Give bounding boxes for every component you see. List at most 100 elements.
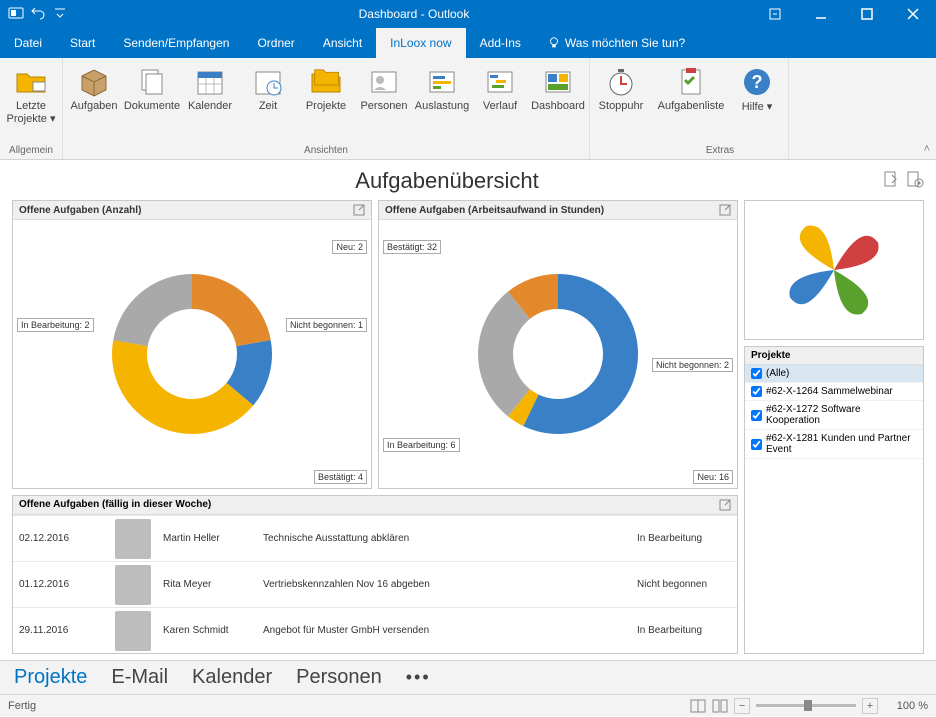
logo-panel — [744, 200, 924, 340]
expand-icon[interactable] — [719, 204, 731, 216]
task-date: 29.11.2016 — [13, 625, 103, 636]
donut-chart-stunden — [458, 254, 658, 454]
ribbon-aufgabenliste[interactable]: Aufgabenliste — [654, 62, 728, 143]
tell-me[interactable]: Was möchten Sie tun? — [535, 28, 697, 58]
ribbon-stoppuhr[interactable]: Stoppuhr — [592, 62, 650, 143]
table-row[interactable]: 01.12.2016 Rita Meyer Vertriebskennzahle… — [13, 561, 737, 607]
ribbon-group-label: Extras — [654, 143, 786, 159]
project-checkbox[interactable] — [751, 368, 762, 379]
ribbon-zeit[interactable]: Zeit — [239, 62, 297, 143]
menu-inloox-now[interactable]: InLoox now — [376, 28, 465, 58]
maximize-button[interactable] — [844, 0, 890, 28]
project-checkbox[interactable] — [751, 386, 762, 397]
ribbon-verlauf[interactable]: Verlauf — [471, 62, 529, 143]
tell-me-label: Was möchten Sie tun? — [565, 36, 685, 50]
ribbon-kalender[interactable]: Kalender — [181, 62, 239, 143]
table-row[interactable]: 29.11.2016 Karen Schmidt Angebot für Mus… — [13, 607, 737, 653]
project-checkbox[interactable] — [751, 439, 762, 450]
project-checkbox[interactable] — [751, 410, 762, 421]
help-icon: ? — [741, 66, 773, 98]
ribbon-aufgaben[interactable]: Aufgaben — [65, 62, 123, 143]
project-filter-row[interactable]: #62-X-1281 Kunden und Partner Event — [745, 430, 923, 459]
project-label: (Alle) — [766, 368, 789, 379]
view-reading-icon[interactable] — [712, 698, 728, 714]
tasks-title: Offene Aufgaben (fällig in dieser Woche) — [19, 499, 211, 511]
nav-projekte[interactable]: Projekte — [14, 666, 87, 689]
nav-kalender[interactable]: Kalender — [192, 666, 272, 689]
app-icon — [8, 5, 24, 24]
calendar-icon — [194, 66, 226, 98]
ribbon-label: Projekte — [306, 100, 346, 112]
zoom-in-button[interactable]: + — [862, 698, 878, 714]
callout-nicht: Nicht begonnen: 1 — [286, 318, 367, 332]
task-status: In Bearbeitung — [637, 533, 737, 544]
project-label: #62-X-1264 Sammelwebinar — [766, 386, 893, 397]
ribbon-label: Personen — [360, 100, 407, 112]
ribbon-hilfe[interactable]: ? Hilfe ▾ — [728, 62, 786, 143]
menu-ansicht[interactable]: Ansicht — [309, 28, 376, 58]
statusbar: Fertig − + 100 % — [0, 694, 936, 716]
ribbon-label: Hilfe ▾ — [742, 100, 773, 113]
project-filter-row[interactable]: (Alle) — [745, 365, 923, 383]
lightbulb-icon — [547, 36, 561, 50]
chart-title: Offene Aufgaben (Anzahl) — [19, 205, 141, 216]
ribbon-display-icon[interactable] — [752, 0, 798, 28]
ribbon-collapse-icon[interactable]: ˄ — [924, 143, 930, 155]
history-icon — [484, 66, 516, 98]
chart-panel-stunden: Offene Aufgaben (Arbeitsaufwand in Stund… — [378, 200, 738, 489]
zoom-slider[interactable] — [756, 704, 856, 707]
menubar: Datei Start Senden/Empfangen Ordner Ansi… — [0, 28, 936, 58]
close-button[interactable] — [890, 0, 936, 28]
ribbon-label: Auslastung — [415, 100, 469, 112]
stopwatch-icon — [605, 66, 637, 98]
ribbon-label: Aufgaben — [70, 100, 117, 112]
menu-datei[interactable]: Datei — [0, 28, 56, 58]
ribbon: Letzte Projekte ▾ Allgemein Aufgaben Dok… — [0, 58, 936, 160]
expand-icon[interactable] — [719, 499, 731, 511]
expand-icon[interactable] — [353, 204, 365, 216]
callout-best2: Bestätigt: 32 — [383, 240, 441, 254]
nav-more-icon[interactable]: ••• — [406, 667, 431, 688]
undo-icon[interactable] — [30, 5, 46, 24]
project-filter-row[interactable]: #62-X-1264 Sammelwebinar — [745, 383, 923, 401]
menu-start[interactable]: Start — [56, 28, 109, 58]
ribbon-auslastung[interactable]: Auslastung — [413, 62, 471, 143]
window-title: Dashboard - Outlook — [76, 7, 752, 21]
ribbon-letzte-projekte[interactable]: Letzte Projekte ▾ — [2, 62, 60, 143]
nav-email[interactable]: E-Mail — [111, 666, 168, 689]
ribbon-label: Verlauf — [483, 100, 517, 112]
callout-neu2: Neu: 16 — [693, 470, 733, 484]
minimize-button[interactable] — [798, 0, 844, 28]
tasklist-icon — [675, 66, 707, 98]
nav-personen[interactable]: Personen — [296, 666, 382, 689]
qat-dropdown-icon[interactable] — [52, 5, 68, 24]
zoom-out-button[interactable]: − — [734, 698, 750, 714]
settings-icon[interactable] — [906, 170, 924, 188]
callout-best: Bestätigt: 4 — [314, 470, 367, 484]
view-normal-icon[interactable] — [690, 698, 706, 714]
menu-senden-empfangen[interactable]: Senden/Empfangen — [109, 28, 243, 58]
ribbon-personen[interactable]: Personen — [355, 62, 413, 143]
menu-ordner[interactable]: Ordner — [243, 28, 308, 58]
task-date: 01.12.2016 — [13, 579, 103, 590]
export-icon[interactable] — [882, 170, 900, 188]
ribbon-projekte[interactable]: Projekte — [297, 62, 355, 143]
menu-add-ins[interactable]: Add-Ins — [466, 28, 535, 58]
ribbon-group-label: Ansichten — [65, 143, 587, 159]
task-date: 02.12.2016 — [13, 533, 103, 544]
project-filter-row[interactable]: #62-X-1272 Software Kooperation — [745, 401, 923, 430]
task-status: In Bearbeitung — [637, 625, 737, 636]
ribbon-label: Letzte Projekte ▾ — [2, 100, 60, 125]
task-status: Nicht begonnen — [637, 579, 737, 590]
ribbon-dashboard[interactable]: Dashboard — [529, 62, 587, 143]
callout-bearb: In Bearbeitung: 2 — [17, 318, 94, 332]
people-icon — [368, 66, 400, 98]
projects-header: Projekte — [745, 347, 923, 365]
table-row[interactable]: 02.12.2016 Martin Heller Technische Auss… — [13, 515, 737, 561]
docs-icon — [136, 66, 168, 98]
navbar: Projekte E-Mail Kalender Personen ••• — [0, 660, 936, 694]
ribbon-dokumente[interactable]: Dokumente — [123, 62, 181, 143]
task-desc: Angebot für Muster GmbH versenden — [263, 625, 637, 636]
task-desc: Vertriebskennzahlen Nov 16 abgeben — [263, 579, 637, 590]
callout-nicht2: Nicht begonnen: 2 — [652, 358, 733, 372]
